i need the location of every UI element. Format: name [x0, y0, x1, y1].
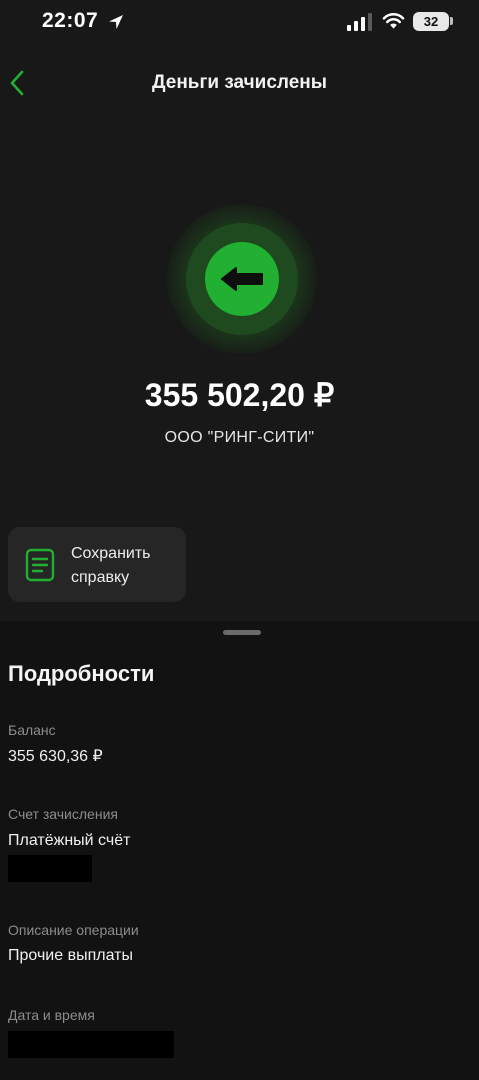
save-receipt-button[interactable]: Сохранить справку — [8, 527, 186, 602]
description-value: Прочие выплаты — [8, 947, 133, 964]
transaction-amount: 355 502,20 ₽ — [144, 377, 335, 413]
incoming-transfer-badge — [205, 242, 279, 316]
top-area: 22:07 32 Деньги зачислены 355 502,20 ₽ О… — [0, 0, 479, 621]
battery-icon: 32 — [413, 12, 449, 31]
wifi-icon — [382, 13, 405, 29]
description-label: Описание операции — [8, 922, 139, 938]
account-value: Платёжный счёт — [8, 832, 131, 849]
balance-value: 355 630,36 ₽ — [8, 748, 103, 765]
battery-tip — [450, 17, 453, 25]
document-icon — [25, 548, 55, 582]
balance-label: Баланс — [8, 722, 56, 738]
payer-name: ООО "РИНГ-СИТИ" — [164, 429, 315, 446]
details-title: Подробности — [8, 661, 155, 686]
redacted-account-number — [8, 855, 92, 882]
datetime-label: Дата и время — [8, 1007, 95, 1023]
status-time: 22:07 — [42, 9, 99, 32]
arrow-left-icon — [221, 267, 263, 291]
redacted-datetime — [8, 1031, 174, 1058]
account-label: Счет зачисления — [8, 806, 118, 822]
page-title: Деньги зачислены — [151, 72, 328, 93]
save-receipt-label: Сохранить справку — [71, 545, 151, 586]
cellular-signal-icon — [347, 13, 372, 31]
location-arrow-icon — [109, 15, 123, 29]
sheet-drag-handle[interactable] — [223, 630, 261, 635]
